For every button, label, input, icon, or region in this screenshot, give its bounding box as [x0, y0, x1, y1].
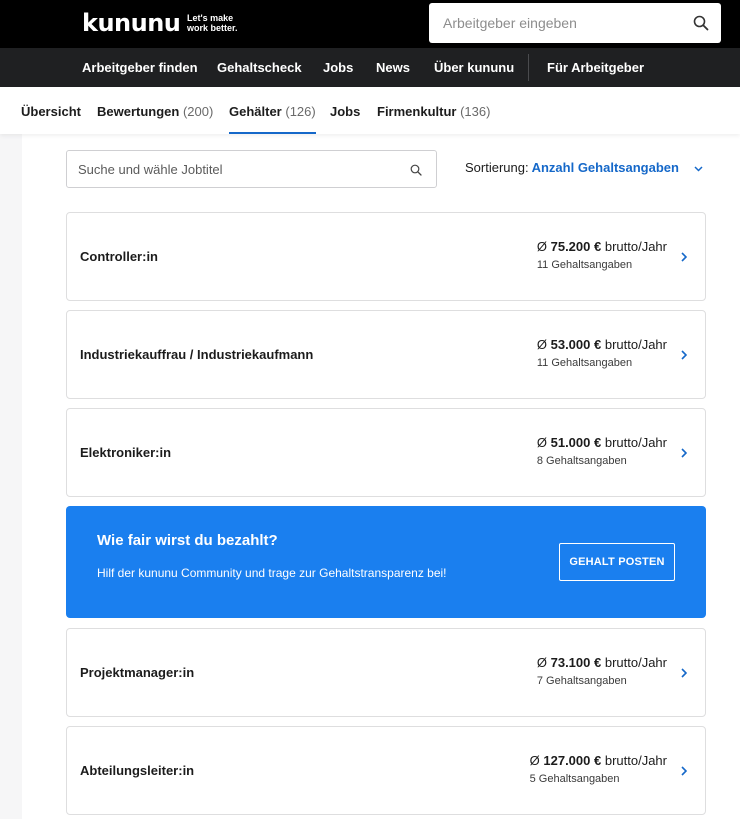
salary-card-industriekaufmann[interactable]: Industriekauffrau / Industriekaufmann Ø … — [66, 310, 706, 399]
job-title: Abteilungsleiter:in — [80, 763, 195, 778]
sort-label: Sortierung: — [465, 160, 529, 175]
sort-dropdown[interactable]: Sortierung: Anzahl Gehaltsangaben — [465, 160, 703, 178]
sort-value: Anzahl Gehaltsangaben — [531, 160, 679, 175]
salary-count: 7 Gehaltsangaben — [536, 675, 627, 687]
salary-card-abteilungsleiter[interactable]: Abteilungsleiter:in Ø 127.000 € brutto/J… — [66, 726, 706, 815]
job-title: Industriekauffrau / Industriekaufmann — [80, 347, 314, 362]
avg-symbol: Ø — [529, 753, 540, 768]
job-title: Projektmanager:in — [80, 665, 195, 680]
search-icon[interactable] — [693, 15, 709, 31]
tab-bewertungen[interactable]: Bewertungen (200) — [97, 87, 213, 134]
avg-symbol: Ø — [536, 239, 547, 254]
job-title-search-input[interactable] — [67, 151, 397, 187]
salary-info: Ø 75.200 € brutto/Jahr 11 Gehaltsangaben — [537, 239, 667, 273]
avg-symbol: Ø — [536, 435, 547, 450]
tab-label: Firmenkultur — [377, 104, 457, 119]
chevron-right-icon — [681, 252, 687, 262]
salary-promo-banner: Wie fair wirst du bezahlt? Hilf der kunu… — [66, 506, 706, 618]
salary-info: Ø 53.000 € brutto/Jahr 11 Gehaltsangaben — [537, 337, 667, 371]
salary-card-elektroniker[interactable]: Elektroniker:in Ø 51.000 € brutto/Jahr 8… — [66, 408, 706, 497]
salary-amount: 51.000 € — [550, 435, 602, 450]
chevron-right-icon — [681, 448, 687, 458]
promo-text: Hilf der kununu Community und trage zur … — [97, 566, 447, 580]
salary-info: Ø 73.100 € brutto/Jahr 7 Gehaltsangaben — [537, 655, 667, 689]
tab-label: Übersicht — [21, 104, 81, 119]
tab-firmenkultur[interactable]: Firmenkultur (136) — [377, 87, 490, 134]
salary-unit: brutto/Jahr — [604, 655, 667, 670]
tagline-line-2: work better. — [187, 23, 238, 33]
salary-info: Ø 51.000 € brutto/Jahr 8 Gehaltsangaben — [537, 435, 667, 469]
kununu-logo[interactable]: kununu — [82, 11, 181, 35]
tab-count: (136) — [460, 104, 491, 119]
chevron-right-icon — [681, 766, 687, 776]
nav-arbeitgeber-finden[interactable]: Arbeitgeber finden — [82, 48, 198, 87]
nav-gehaltscheck[interactable]: Gehaltscheck — [217, 48, 302, 87]
job-title: Elektroniker:in — [80, 445, 172, 460]
chevron-down-icon — [694, 166, 703, 172]
tab-jobs[interactable]: Jobs — [330, 87, 360, 134]
tagline-line-1: Let's make — [187, 13, 234, 23]
chevron-right-icon — [681, 668, 687, 678]
nav-jobs[interactable]: Jobs — [323, 48, 353, 87]
tab-label: Gehälter — [229, 104, 282, 119]
nav-fuer-arbeitgeber[interactable]: Für Arbeitgeber — [547, 48, 644, 87]
job-title-search — [66, 150, 437, 188]
salary-unit: brutto/Jahr — [604, 239, 667, 254]
avg-symbol: Ø — [536, 655, 547, 670]
salary-count: 11 Gehaltsangaben — [536, 259, 633, 271]
salary-card-controller[interactable]: Controller:in Ø 75.200 € brutto/Jahr 11 … — [66, 212, 706, 301]
avg-symbol: Ø — [536, 337, 547, 352]
salary-count: 5 Gehaltsangaben — [529, 773, 620, 785]
nav-divider — [528, 54, 529, 81]
employer-search-input[interactable] — [429, 3, 679, 43]
salary-amount: 127.000 € — [543, 753, 602, 768]
tab-count: (126) — [285, 104, 316, 119]
tab-uebersicht[interactable]: Übersicht — [21, 87, 81, 134]
salary-amount: 53.000 € — [550, 337, 602, 352]
main-navigation: Arbeitgeber finden Gehaltscheck Jobs New… — [0, 48, 740, 87]
tab-label: Jobs — [330, 104, 361, 119]
logo-tagline: Let's make work better. — [187, 13, 238, 33]
salary-unit: brutto/Jahr — [604, 435, 667, 450]
search-icon[interactable] — [410, 164, 422, 176]
salary-unit: brutto/Jahr — [604, 337, 667, 352]
tab-count: (200) — [182, 104, 214, 119]
salary-count: 8 Gehaltsangaben — [536, 455, 627, 467]
post-salary-button[interactable]: GEHALT POSTEN — [559, 543, 675, 581]
nav-news[interactable]: News — [376, 48, 410, 87]
top-header: kununu Let's make work better. — [0, 0, 740, 48]
salary-amount: 75.200 € — [550, 239, 602, 254]
nav-ueber-kununu[interactable]: Über kununu — [434, 48, 514, 87]
salary-count: 11 Gehaltsangaben — [536, 357, 633, 369]
salary-amount: 73.100 € — [550, 655, 602, 670]
chevron-right-icon — [681, 350, 687, 360]
salary-card-projektmanager[interactable]: Projektmanager:in Ø 73.100 € brutto/Jahr… — [66, 628, 706, 717]
tab-gehaelter[interactable]: Gehälter (126) — [229, 87, 316, 134]
salary-info: Ø 127.000 € brutto/Jahr 5 Gehaltsangaben — [530, 753, 667, 787]
salary-unit: brutto/Jahr — [604, 753, 667, 768]
tab-label: Bewertungen — [97, 104, 180, 119]
promo-title: Wie fair wirst du bezahlt? — [97, 532, 278, 549]
job-title: Controller:in — [80, 249, 158, 264]
employer-search — [429, 3, 721, 43]
company-tabs: Übersicht Bewertungen (200) Gehälter (12… — [0, 87, 740, 134]
